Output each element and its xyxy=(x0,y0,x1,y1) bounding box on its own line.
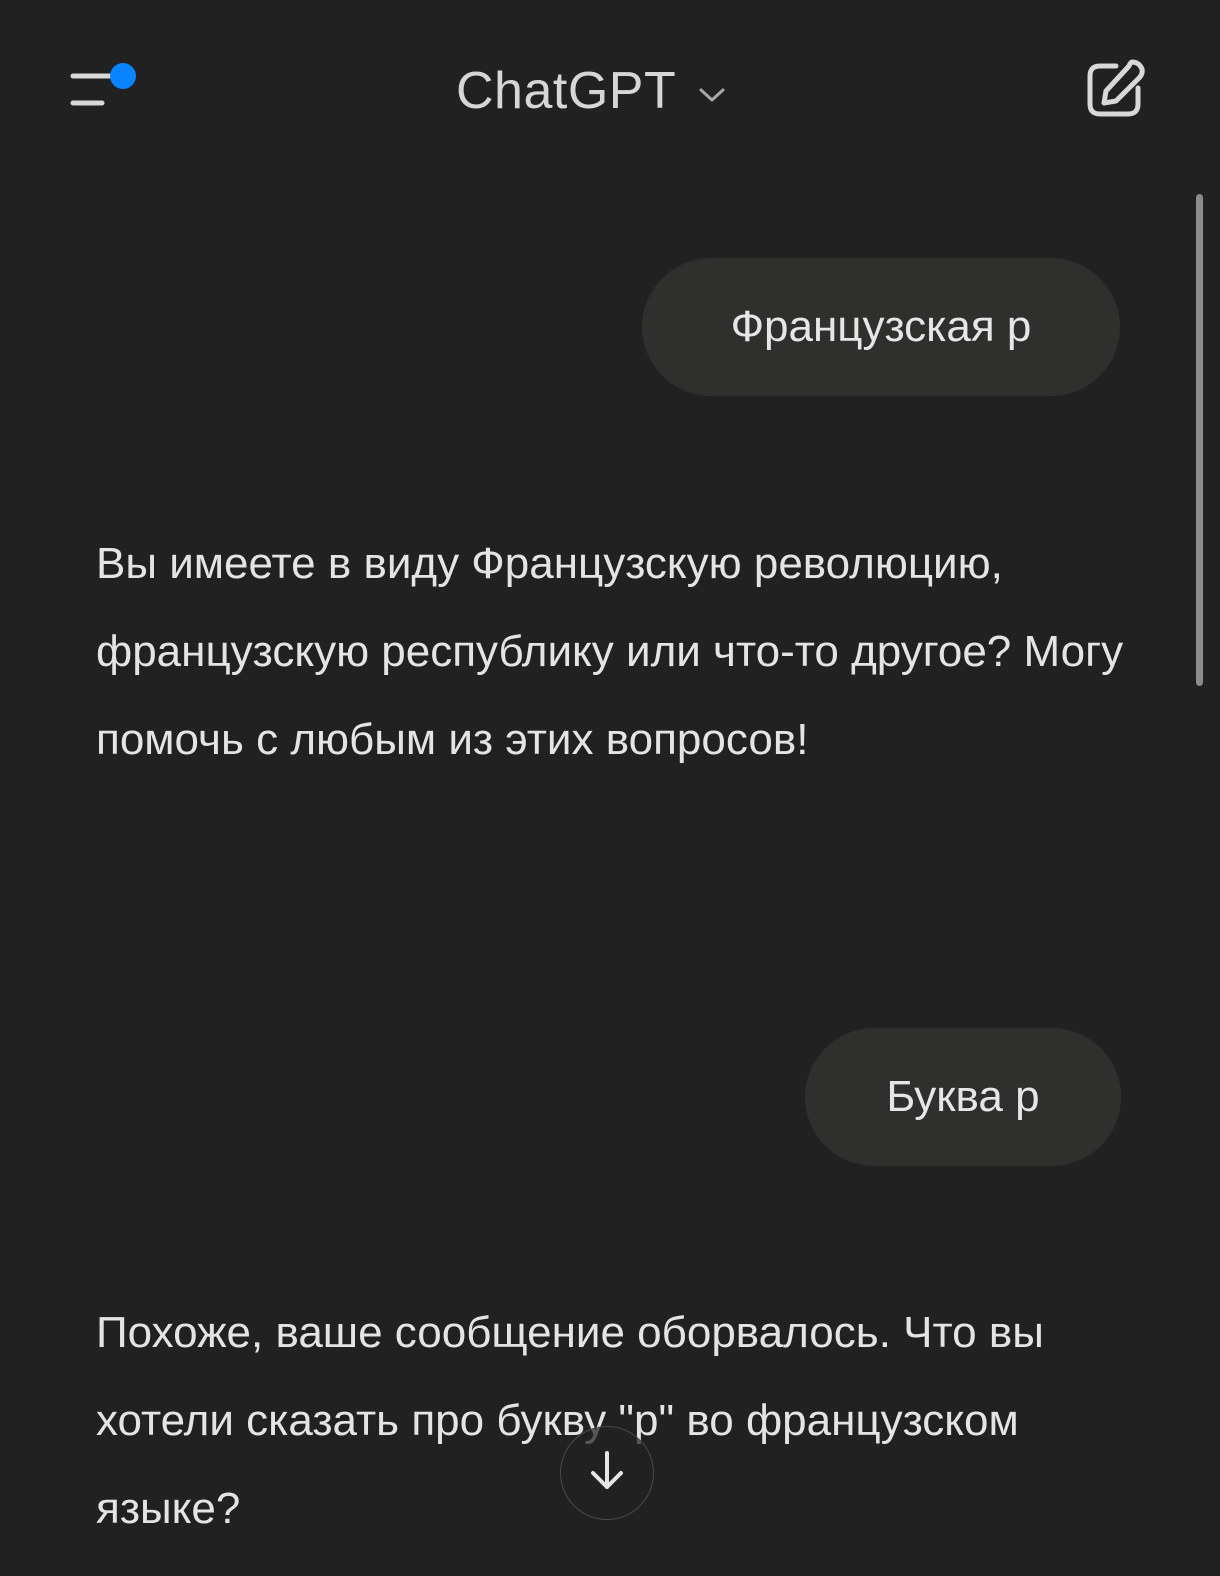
model-selector[interactable]: ChatGPT xyxy=(456,56,726,126)
notification-dot xyxy=(110,63,136,89)
app-header: ChatGPT xyxy=(0,0,1220,180)
user-message-text: Буква р xyxy=(886,1072,1040,1121)
user-message: Буква р xyxy=(805,1028,1121,1166)
user-message: Французская р xyxy=(642,258,1120,396)
chevron-down-icon xyxy=(698,78,726,104)
scrollbar[interactable] xyxy=(1196,194,1203,686)
user-message-text: Французская р xyxy=(730,302,1032,351)
app-title: ChatGPT xyxy=(456,62,677,120)
scroll-to-bottom-button[interactable] xyxy=(560,1426,654,1520)
new-chat-button[interactable] xyxy=(1082,56,1148,122)
sidebar-menu-icon xyxy=(66,56,146,120)
arrow-down-icon xyxy=(587,1449,627,1498)
sidebar-menu-button[interactable] xyxy=(66,56,146,120)
assistant-message: Вы имеете в виду Французскую революцию, … xyxy=(96,539,1124,764)
new-chat-edit-icon xyxy=(1082,59,1148,126)
